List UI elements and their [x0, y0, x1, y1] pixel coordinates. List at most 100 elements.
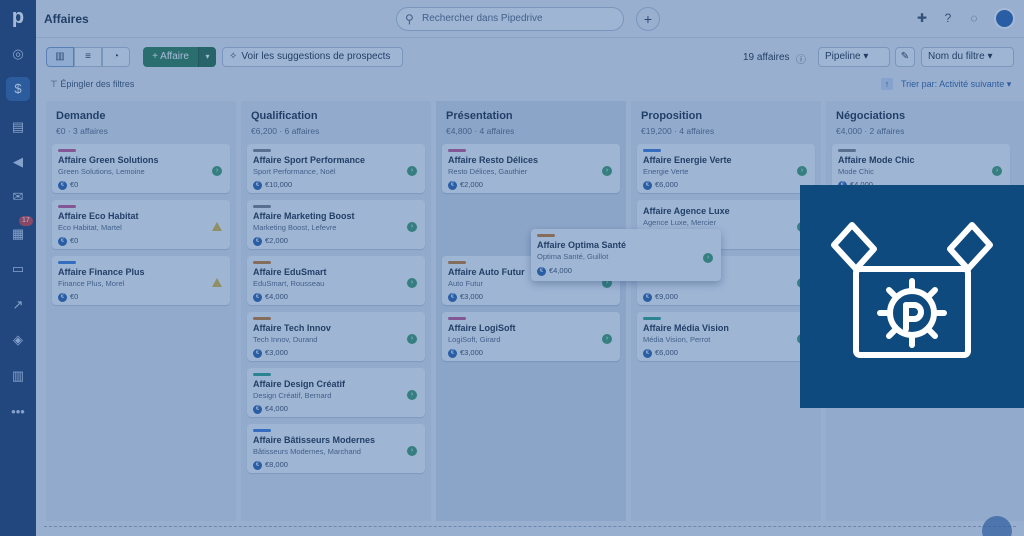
pipedrive-logo[interactable]: p — [8, 6, 28, 28]
prospect-suggestions-label: Voir les suggestions de prospects — [241, 51, 391, 62]
activity-icon[interactable]: › — [703, 253, 713, 263]
deal-title: Affaire Bâtisseurs Modernes — [253, 435, 376, 445]
currency-icon: € — [643, 292, 652, 302]
top-header: Affaires ⚲ Rechercher dans Pipedrive + ✚… — [36, 0, 1024, 38]
deal-title: Affaire Marketing Boost — [253, 211, 355, 221]
activity-icon[interactable]: › — [602, 334, 612, 344]
deal-card[interactable]: Affaire Design Créatif Design Créatif, B… — [247, 368, 425, 417]
currency-icon: € — [253, 460, 262, 470]
deal-subtitle: Marketing Boost, Lefevre — [253, 223, 337, 232]
page-title: Affaires — [44, 12, 89, 26]
avatar[interactable] — [994, 8, 1015, 29]
stage-column-demande: Demande €0 · 3 affaires Affaire Green So… — [46, 101, 236, 521]
app-integration-logo-tile — [800, 185, 1024, 408]
activity-icon[interactable]: › — [407, 222, 417, 232]
target-icon[interactable]: ◎ — [6, 42, 30, 66]
dragged-deal-card[interactable]: Affaire Optima Santé Optima Santé, Guill… — [531, 229, 721, 281]
deal-card[interactable]: Affaire Tech Innov Tech Innov, Durand € €… — [247, 312, 425, 361]
activity-icon[interactable]: › — [407, 390, 417, 400]
deal-value: € €10,000 — [253, 180, 292, 190]
activity-icon[interactable]: › — [992, 166, 1002, 176]
pin-filters-link[interactable]: ⊤ Épingler des filtres — [50, 79, 134, 90]
search-input[interactable]: ⚲ Rechercher dans Pipedrive — [396, 7, 624, 31]
more-icon[interactable]: ••• — [6, 400, 30, 424]
deal-card[interactable]: Affaire Energie Verte Energie Verte € €6,… — [637, 144, 815, 193]
deal-card[interactable]: Affaire Eco Habitat Eco Habitat, Martel … — [52, 200, 230, 249]
activity-icon[interactable]: › — [407, 446, 417, 456]
deal-value: € €2,000 — [253, 236, 288, 246]
edit-pipeline-button[interactable]: ✎ — [895, 47, 915, 67]
deal-subtitle: Optima Santé, Guillot — [537, 252, 609, 261]
megaphone-icon[interactable]: ◀ — [6, 150, 30, 174]
add-deal-dropdown-button[interactable]: ▾ — [198, 47, 216, 67]
activity-icon[interactable]: › — [407, 278, 417, 288]
prospect-suggestions-button[interactable]: ✧ Voir les suggestions de prospects — [222, 47, 403, 67]
label-bar — [253, 317, 271, 320]
deal-subtitle: Energie Verte — [643, 167, 689, 176]
activity-icon[interactable]: › — [407, 166, 417, 176]
box-icon[interactable]: ◈ — [6, 328, 30, 352]
store-icon[interactable]: ▥ — [6, 364, 30, 388]
deal-card[interactable]: Affaire Bâtisseurs Modernes Bâtisseurs M… — [247, 424, 425, 473]
deal-card[interactable]: Affaire Sport Performance Sport Performa… — [247, 144, 425, 193]
help-icon[interactable]: ? — [940, 11, 956, 25]
activity-icon[interactable]: › — [602, 166, 612, 176]
activity-icon[interactable]: › — [407, 334, 417, 344]
deal-title: Affaire EduSmart — [253, 267, 327, 277]
activity-icon[interactable]: › — [212, 166, 222, 176]
deal-title: Affaire Green Solutions — [58, 155, 159, 165]
deal-title: Affaire LogiSoft — [448, 323, 516, 333]
kanban-view-button[interactable]: ▥ — [46, 47, 74, 67]
warning-icon[interactable] — [212, 222, 222, 231]
deal-card[interactable]: Affaire Marketing Boost Marketing Boost,… — [247, 200, 425, 249]
dollar-icon[interactable]: $ — [6, 77, 30, 101]
quick-add-button[interactable]: + — [636, 7, 660, 31]
deal-value: € €0 — [58, 292, 78, 302]
label-bar — [643, 317, 661, 320]
info-icon[interactable]: ⓘ — [796, 51, 806, 66]
calendar-badge: 17 — [19, 216, 33, 226]
label-bar — [58, 261, 76, 264]
deal-title: Affaire Optima Santé — [537, 240, 627, 250]
add-deal-button[interactable]: + Affaire — [143, 47, 198, 67]
deal-card[interactable]: Affaire Green Solutions Green Solutions,… — [52, 144, 230, 193]
stage-summary: €19,200 · 4 affaires — [641, 126, 715, 136]
deal-value: € €3,000 — [448, 348, 483, 358]
deal-title: Affaire Resto Délices — [448, 155, 539, 165]
deal-title: Affaire Tech Innov — [253, 323, 331, 333]
currency-icon: € — [253, 292, 262, 302]
deal-card[interactable]: Affaire LogiSoft LogiSoft, Girard € €3,00… — [442, 312, 620, 361]
stage-summary: €4,000 · 2 affaires — [836, 126, 905, 136]
extensions-icon[interactable]: ✚ — [914, 11, 930, 25]
lightbulb-icon[interactable]: ◌ — [966, 11, 982, 25]
sort-control[interactable]: ↑ Trier par: Activité suivante ▾ — [881, 78, 1011, 90]
pipeline-label: Pipeline — [825, 51, 861, 62]
deal-card[interactable]: Affaire Média Vision Média Vision, Perro… — [637, 312, 815, 361]
mail-icon[interactable]: ✉ — [6, 185, 30, 209]
filter-select[interactable]: Nom du filtre ▾ — [921, 47, 1014, 67]
warning-icon[interactable] — [212, 278, 222, 287]
pin-icon: ⊤ — [50, 79, 61, 89]
board-scroll-track[interactable] — [44, 526, 1016, 527]
deal-card[interactable]: Affaire Resto Délices Resto Délices, Gau… — [442, 144, 620, 193]
card-icon[interactable]: ▭ — [6, 257, 30, 281]
list-view-button[interactable]: ≡ — [74, 47, 102, 67]
deal-value: € €6,000 — [643, 180, 678, 190]
currency-icon: € — [448, 180, 457, 190]
deal-subtitle: Bâtisseurs Modernes, Marchand — [253, 447, 361, 456]
box-gear-icon — [831, 222, 993, 358]
label-bar — [253, 429, 271, 432]
deal-card[interactable]: Affaire EduSmart EduSmart, Rousseau € €4,… — [247, 256, 425, 305]
deal-subtitle: Média Vision, Perrot — [643, 335, 711, 344]
stage-title: Qualification — [251, 110, 318, 122]
forecast-view-button[interactable]: ◔ — [102, 47, 130, 67]
chart-icon[interactable]: ↗ — [6, 293, 30, 317]
deal-value: € €3,000 — [253, 348, 288, 358]
deal-card[interactable]: Affaire Finance Plus Finance Plus, Morel… — [52, 256, 230, 305]
activity-icon[interactable]: › — [797, 166, 807, 176]
deal-subtitle: Finance Plus, Morel — [58, 279, 125, 288]
deal-value: € €6,000 — [643, 348, 678, 358]
clipboard-icon[interactable]: ▤ — [6, 115, 30, 139]
deal-value: € €2,000 — [448, 180, 483, 190]
pipeline-select[interactable]: Pipeline ▾ — [818, 47, 890, 67]
